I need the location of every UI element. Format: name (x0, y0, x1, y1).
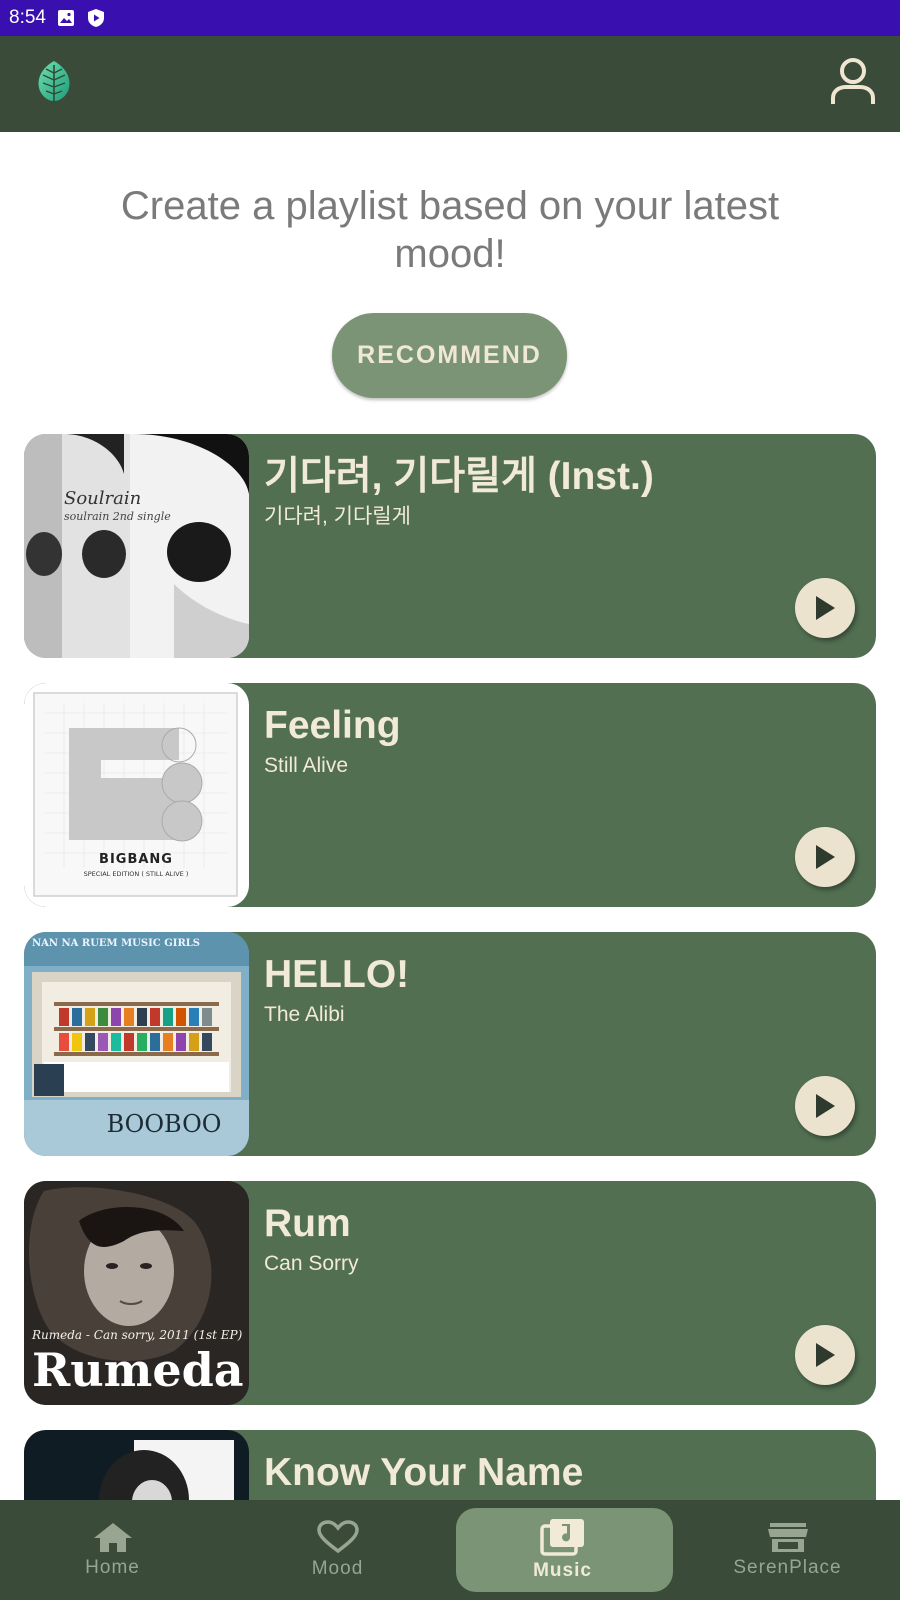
album-cover (24, 1430, 249, 1500)
cover-text: Soulrain (64, 488, 141, 509)
page-headline: Create a playlist based on your latest m… (120, 184, 780, 276)
nav-item-home[interactable]: Home (0, 1500, 225, 1600)
play-icon (816, 1343, 835, 1367)
leaf-logo-icon (34, 59, 74, 110)
track-list: Soulrain soulrain 2nd single 기다려, 기다릴게 (… (24, 434, 876, 1500)
cover-text: Rumeda (32, 1343, 244, 1397)
track-artist: Still Alive (264, 754, 349, 777)
play-button[interactable] (795, 1076, 855, 1136)
cover-subtext: SPECIAL EDITION ( STILL ALIVE ) (84, 870, 189, 878)
play-button[interactable] (795, 1325, 855, 1385)
bottom-navigation: Home Mood Music SerenPlace (0, 1500, 900, 1600)
track-card[interactable]: Rumeda - Can sorry, 2011 (1st EP) Rumeda… (24, 1181, 876, 1405)
track-card[interactable]: BIGBANG SPECIAL EDITION ( STILL ALIVE ) … (24, 683, 876, 907)
nav-label: SerenPlace (733, 1557, 842, 1578)
nav-item-mood[interactable]: Mood (225, 1500, 450, 1600)
play-icon (816, 845, 835, 869)
track-card[interactable]: Soulrain soulrain 2nd single 기다려, 기다릴게 (… (24, 434, 876, 658)
play-button[interactable] (795, 827, 855, 887)
music-library-icon (539, 1519, 584, 1556)
track-artist: The Alibi (264, 1003, 345, 1026)
image-icon (56, 8, 76, 28)
play-button[interactable] (795, 578, 855, 638)
status-bar: 8:54 (0, 0, 900, 36)
track-card[interactable]: NAN NA RUEM MUSIC GIRLS BOOBOO HELLO! Th… (24, 932, 876, 1156)
app-bar (0, 36, 900, 132)
play-icon (816, 596, 835, 620)
cover-subtext: Rumeda - Can sorry, 2011 (1st EP) (31, 1328, 243, 1342)
track-artist: Can Sorry (264, 1252, 359, 1275)
nav-label: Mood (311, 1558, 364, 1579)
nav-label: Music (533, 1560, 592, 1581)
track-artist: 기다려, 기다릴게 (264, 505, 411, 528)
store-icon (767, 1523, 808, 1552)
profile-button[interactable] (830, 57, 876, 112)
track-title: 기다려, 기다릴게 (Inst.) (264, 455, 654, 498)
track-title: Rum (264, 1202, 351, 1245)
music-content: Create a playlist based on your latest m… (0, 132, 900, 1500)
cover-text: BOOBOO (107, 1110, 222, 1138)
cover-text: BIGBANG (99, 852, 173, 867)
nav-item-music[interactable]: Music (450, 1500, 675, 1600)
heart-icon (316, 1520, 359, 1554)
cover-subtext: NAN NA RUEM MUSIC GIRLS (32, 938, 200, 949)
person-icon (831, 57, 875, 104)
nav-item-serenplace[interactable]: SerenPlace (675, 1500, 900, 1600)
album-cover: Rumeda - Can sorry, 2011 (1st EP) Rumeda (24, 1181, 249, 1405)
home-icon (93, 1523, 132, 1552)
shield-play-icon (86, 8, 106, 28)
track-title: Know Your Name (264, 1451, 584, 1494)
album-cover: Soulrain soulrain 2nd single (24, 434, 249, 658)
album-cover: NAN NA RUEM MUSIC GIRLS BOOBOO (24, 932, 249, 1156)
album-cover: BIGBANG SPECIAL EDITION ( STILL ALIVE ) (24, 683, 249, 907)
track-card[interactable]: Know Your Name (24, 1430, 876, 1500)
track-title: HELLO! (264, 953, 410, 996)
nav-label: Home (85, 1557, 140, 1578)
cover-subtext: soulrain 2nd single (64, 510, 171, 523)
track-title: Feeling (264, 704, 401, 747)
recommend-button[interactable]: RECOMMEND (332, 313, 567, 398)
play-icon (816, 1094, 835, 1118)
status-time: 8:54 (9, 7, 46, 28)
